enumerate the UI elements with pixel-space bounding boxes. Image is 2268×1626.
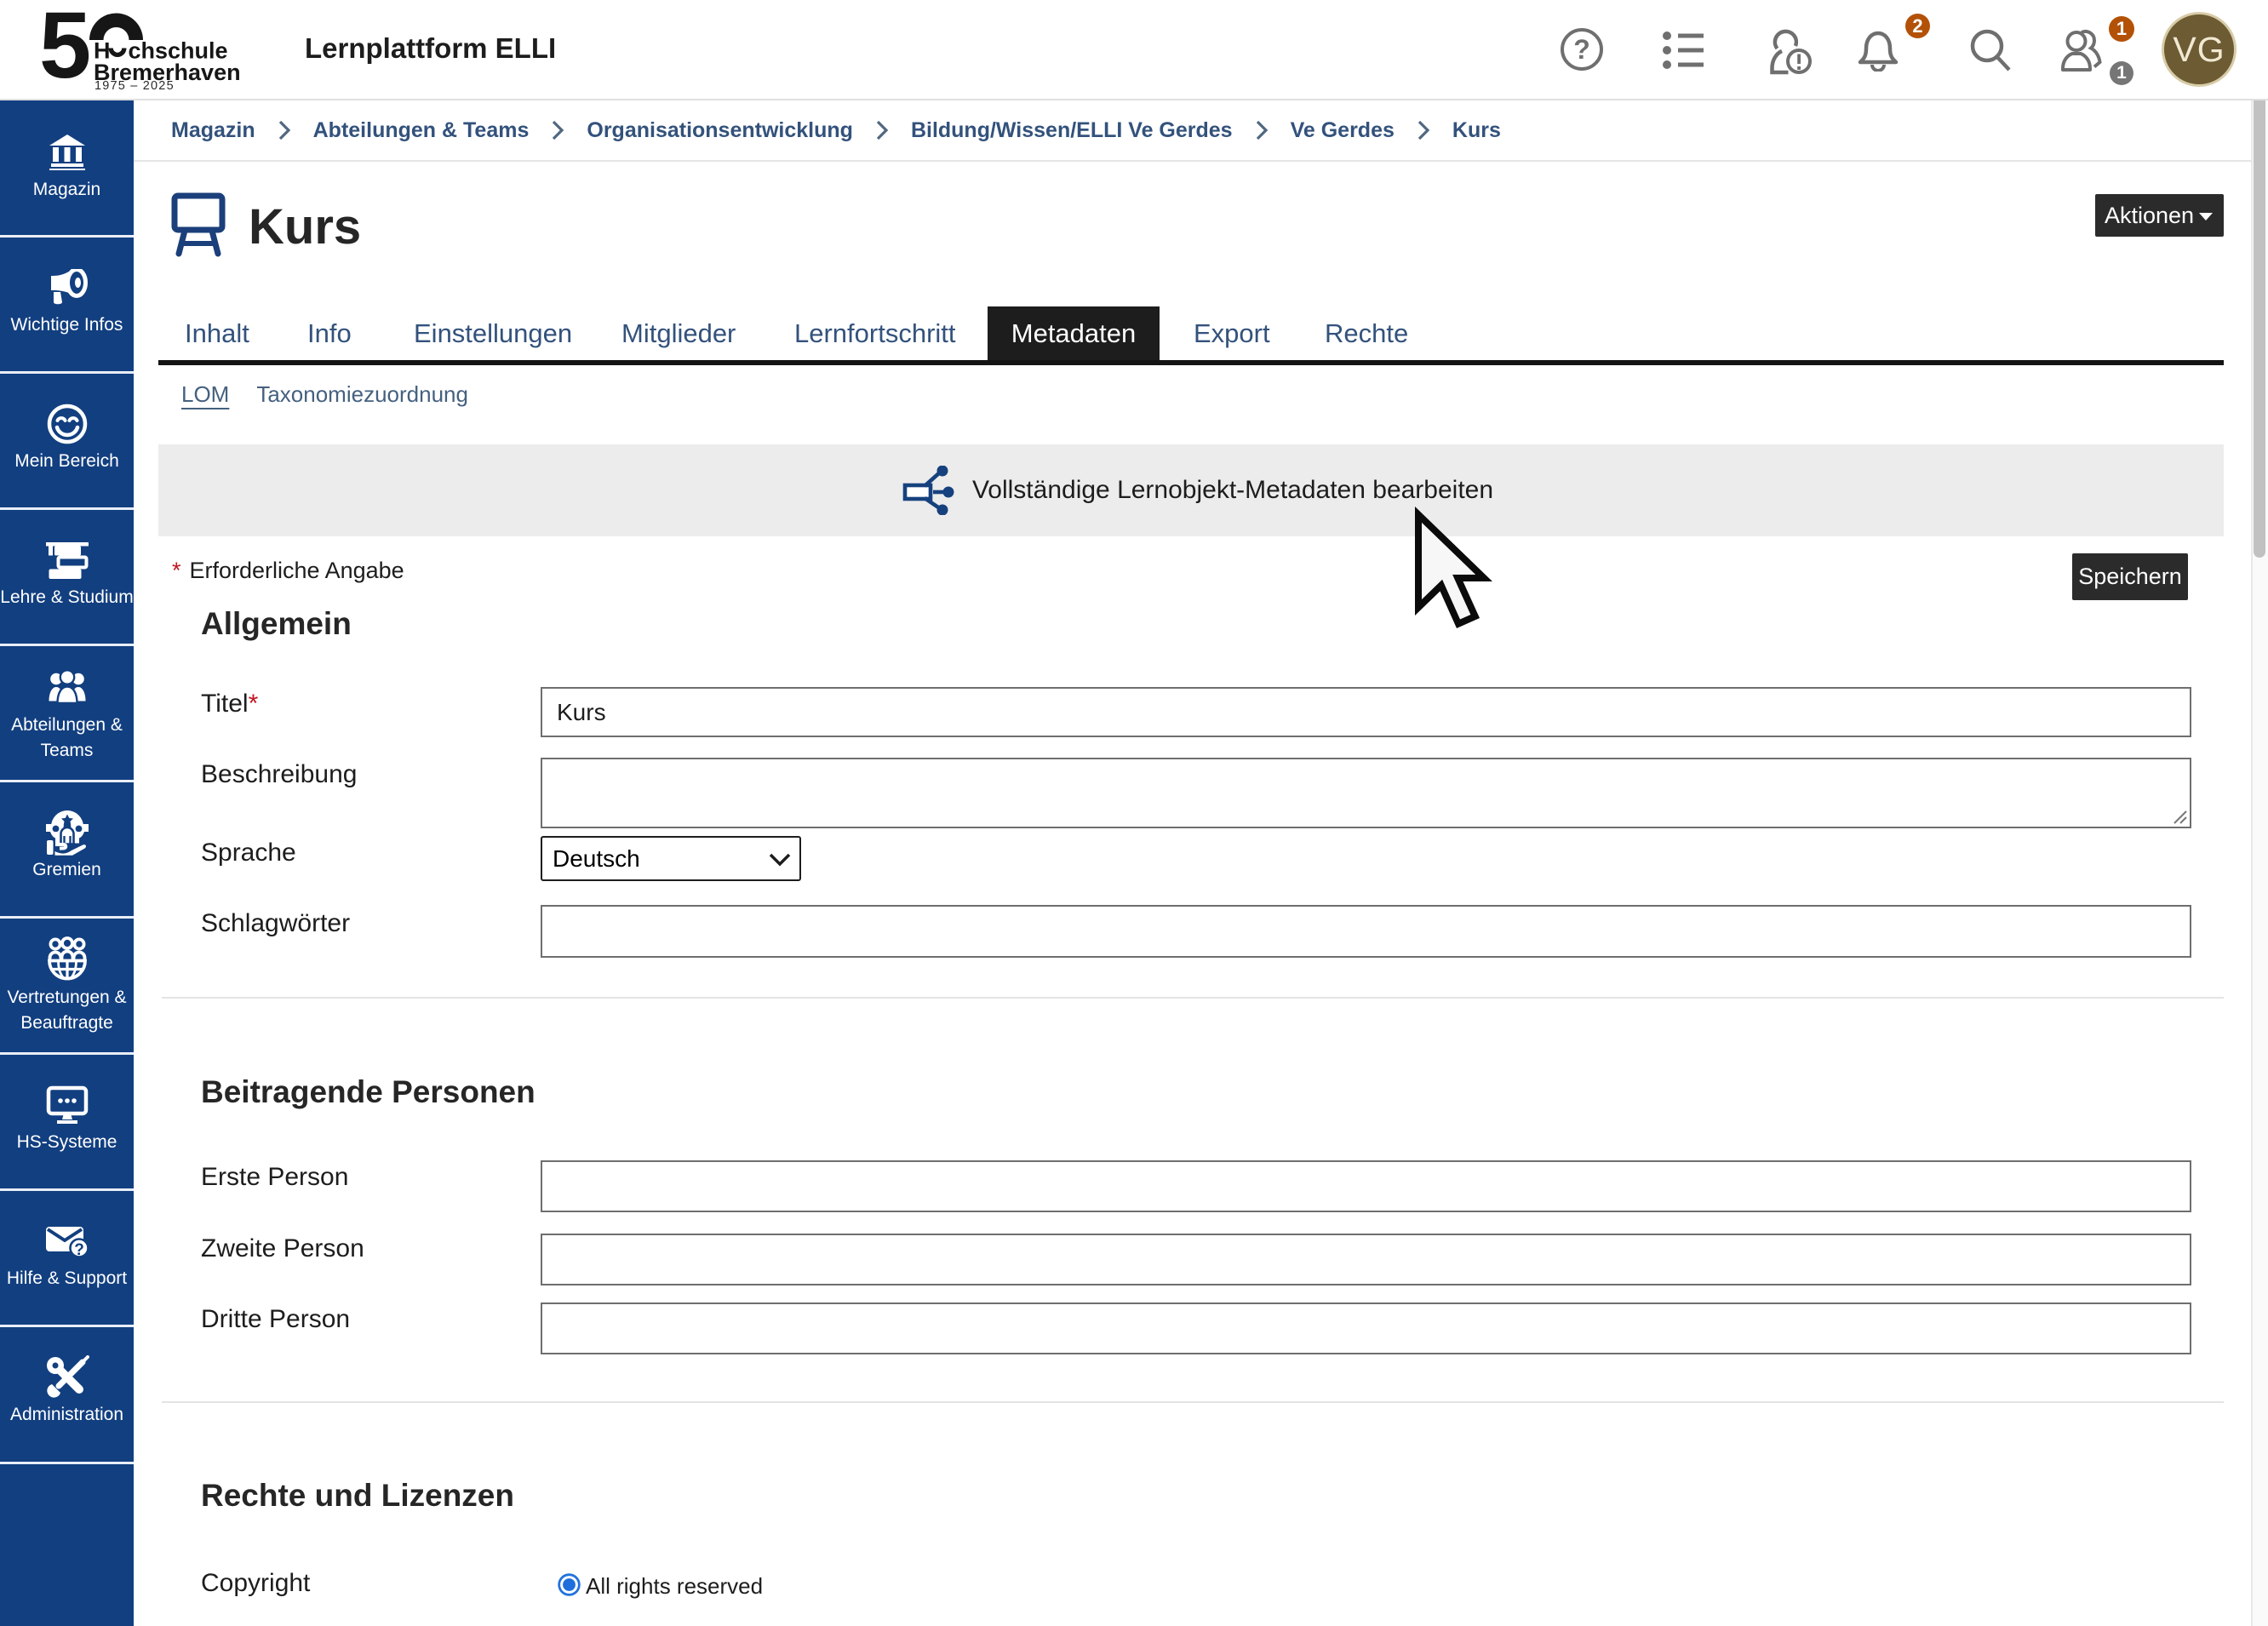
svg-text:?: ? (1573, 34, 1590, 65)
svg-text:5: 5 (39, 3, 91, 95)
svg-text:?: ? (74, 1241, 84, 1259)
svg-text:1975 – 2025: 1975 – 2025 (94, 79, 175, 93)
